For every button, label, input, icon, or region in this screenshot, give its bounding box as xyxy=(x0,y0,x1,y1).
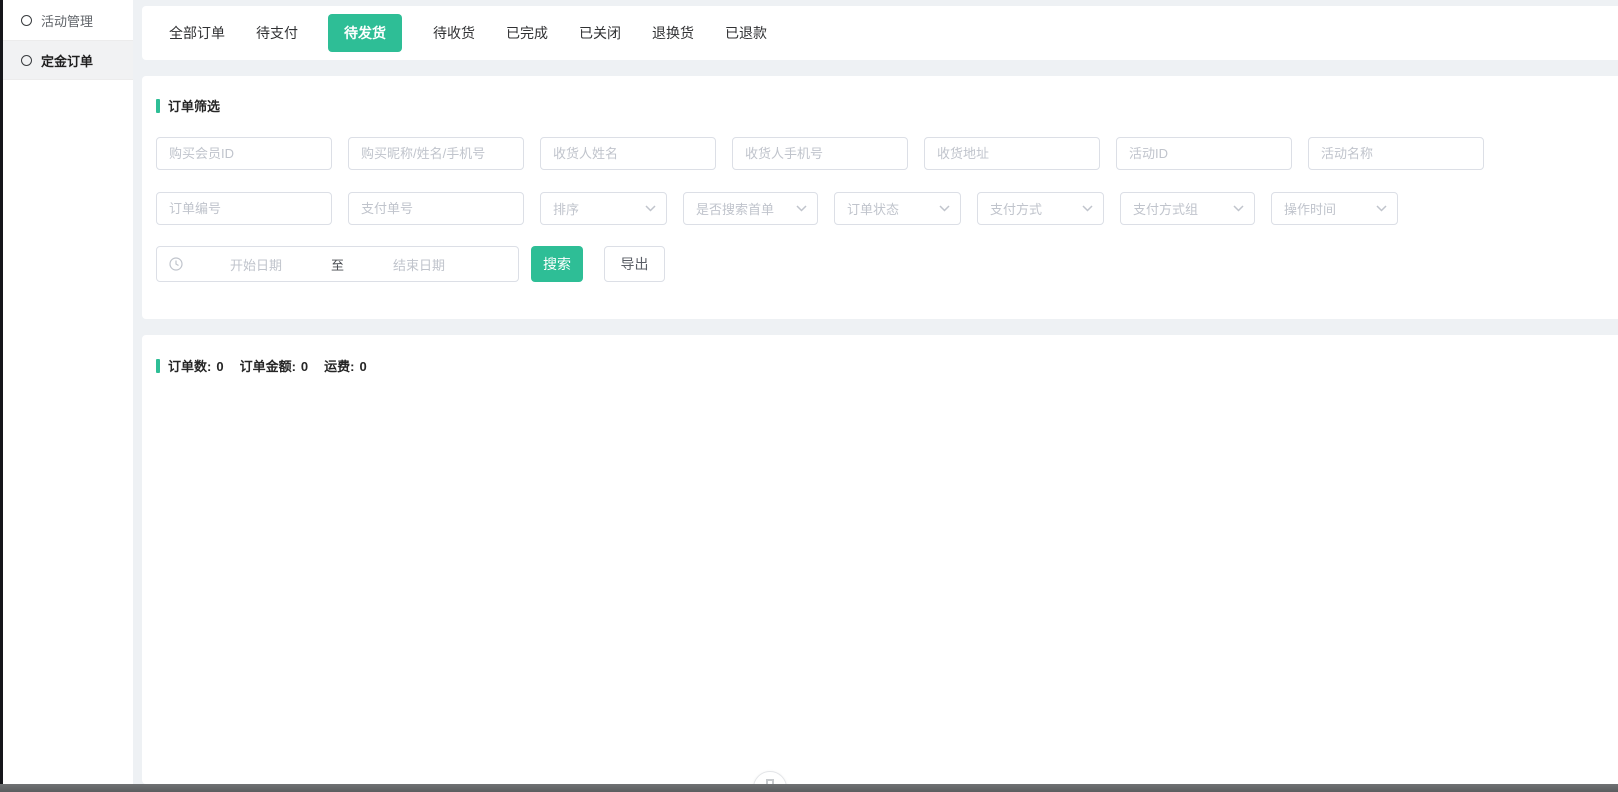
bottom-window-edge xyxy=(0,784,1618,792)
payment-method-group-select[interactable]: 支付方式组 xyxy=(1120,192,1255,225)
order-status-select[interactable]: 订单状态 xyxy=(834,192,961,225)
filter-section-title: 订单筛选 xyxy=(168,96,220,115)
accent-bar-icon xyxy=(156,99,160,113)
shipping-fee-value: 0 xyxy=(360,359,367,374)
filter-section-header: 订单筛选 xyxy=(156,96,1604,115)
select-placeholder: 是否搜索首单 xyxy=(696,199,774,218)
order-summary: 订单数: 0 订单金额: 0 运费: 0 xyxy=(156,356,1604,375)
sort-select[interactable]: 排序 xyxy=(540,192,667,225)
desktop-edge-strip xyxy=(0,0,3,784)
search-button[interactable]: 搜索 xyxy=(531,246,583,282)
select-placeholder: 排序 xyxy=(553,199,579,218)
chevron-down-icon xyxy=(1376,205,1387,212)
select-placeholder: 订单状态 xyxy=(847,199,899,218)
order-number-input[interactable] xyxy=(156,192,332,225)
chevron-down-icon xyxy=(645,205,656,212)
circle-icon xyxy=(21,55,32,66)
tab-pending-receipt[interactable]: 待收货 xyxy=(433,23,475,43)
sidebar-item-label: 活动管理 xyxy=(41,11,93,30)
receiver-phone-input[interactable] xyxy=(732,137,908,170)
chevron-down-icon xyxy=(796,205,807,212)
payment-number-input[interactable] xyxy=(348,192,524,225)
order-results-panel: 订单数: 0 订单金额: 0 运费: 0 xyxy=(142,335,1618,784)
clock-icon xyxy=(169,257,183,271)
order-count-label: 订单数: xyxy=(168,359,211,374)
shipping-fee-stat: 运费: 0 xyxy=(324,356,367,375)
date-range-separator: 至 xyxy=(325,255,350,274)
app-window: 活动管理 定金订单 全部订单 待支付 待发货 待收货 已完成 已关闭 退换货 已… xyxy=(0,0,1618,792)
filter-row-1 xyxy=(156,137,1604,170)
tab-refunded[interactable]: 已退款 xyxy=(725,23,767,43)
main-content: 全部订单 待支付 待发货 待收货 已完成 已关闭 退换货 已退款 订单筛选 xyxy=(133,0,1618,784)
operation-time-select[interactable]: 操作时间 xyxy=(1271,192,1398,225)
sidebar-item-deposit-orders[interactable]: 定金订单 xyxy=(3,41,133,79)
buyer-member-id-input[interactable] xyxy=(156,137,332,170)
sidebar: 活动管理 定金订单 xyxy=(3,0,133,784)
chevron-down-icon xyxy=(1233,205,1244,212)
tab-all-orders[interactable]: 全部订单 xyxy=(169,23,225,43)
order-amount-stat: 订单金额: 0 xyxy=(240,356,309,375)
filter-row-2: 排序 是否搜索首单 订单状态 支付方式 支付方式组 xyxy=(156,192,1604,225)
select-placeholder: 支付方式组 xyxy=(1133,199,1198,218)
sidebar-item-label: 定金订单 xyxy=(41,51,93,70)
tab-returns-exchanges[interactable]: 退换货 xyxy=(652,23,694,43)
sidebar-divider xyxy=(3,79,133,80)
order-status-tabs: 全部订单 待支付 待发货 待收货 已完成 已关闭 退换货 已退款 xyxy=(142,6,1618,60)
select-placeholder: 支付方式 xyxy=(990,199,1042,218)
order-amount-value: 0 xyxy=(301,359,308,374)
buyer-nickname-name-phone-input[interactable] xyxy=(348,137,524,170)
first-order-search-select[interactable]: 是否搜索首单 xyxy=(683,192,818,225)
chevron-down-icon xyxy=(1082,205,1093,212)
start-date-input[interactable]: 开始日期 xyxy=(187,255,325,274)
activity-name-input[interactable] xyxy=(1308,137,1484,170)
tab-closed[interactable]: 已关闭 xyxy=(579,23,621,43)
circle-icon xyxy=(21,15,32,26)
receiver-name-input[interactable] xyxy=(540,137,716,170)
end-date-input[interactable]: 结束日期 xyxy=(350,255,488,274)
sidebar-item-activity-management[interactable]: 活动管理 xyxy=(3,0,133,40)
filter-row-3: 开始日期 至 结束日期 搜索 导出 xyxy=(156,246,1604,282)
tab-pending-payment[interactable]: 待支付 xyxy=(256,23,298,43)
date-range-picker[interactable]: 开始日期 至 结束日期 xyxy=(156,246,519,282)
chevron-down-icon xyxy=(939,205,950,212)
export-button[interactable]: 导出 xyxy=(604,246,665,282)
receiver-address-input[interactable] xyxy=(924,137,1100,170)
order-filter-panel: 订单筛选 排序 是否搜索首单 xyxy=(142,76,1618,319)
tab-pending-shipment[interactable]: 待发货 xyxy=(328,14,402,52)
tab-completed[interactable]: 已完成 xyxy=(506,23,548,43)
shipping-fee-label: 运费: xyxy=(324,359,354,374)
order-amount-label: 订单金额: xyxy=(240,359,296,374)
order-count-stat: 订单数: 0 xyxy=(168,356,224,375)
payment-method-select[interactable]: 支付方式 xyxy=(977,192,1104,225)
order-count-value: 0 xyxy=(216,359,223,374)
accent-bar-icon xyxy=(156,359,160,373)
activity-id-input[interactable] xyxy=(1116,137,1292,170)
select-placeholder: 操作时间 xyxy=(1284,199,1336,218)
